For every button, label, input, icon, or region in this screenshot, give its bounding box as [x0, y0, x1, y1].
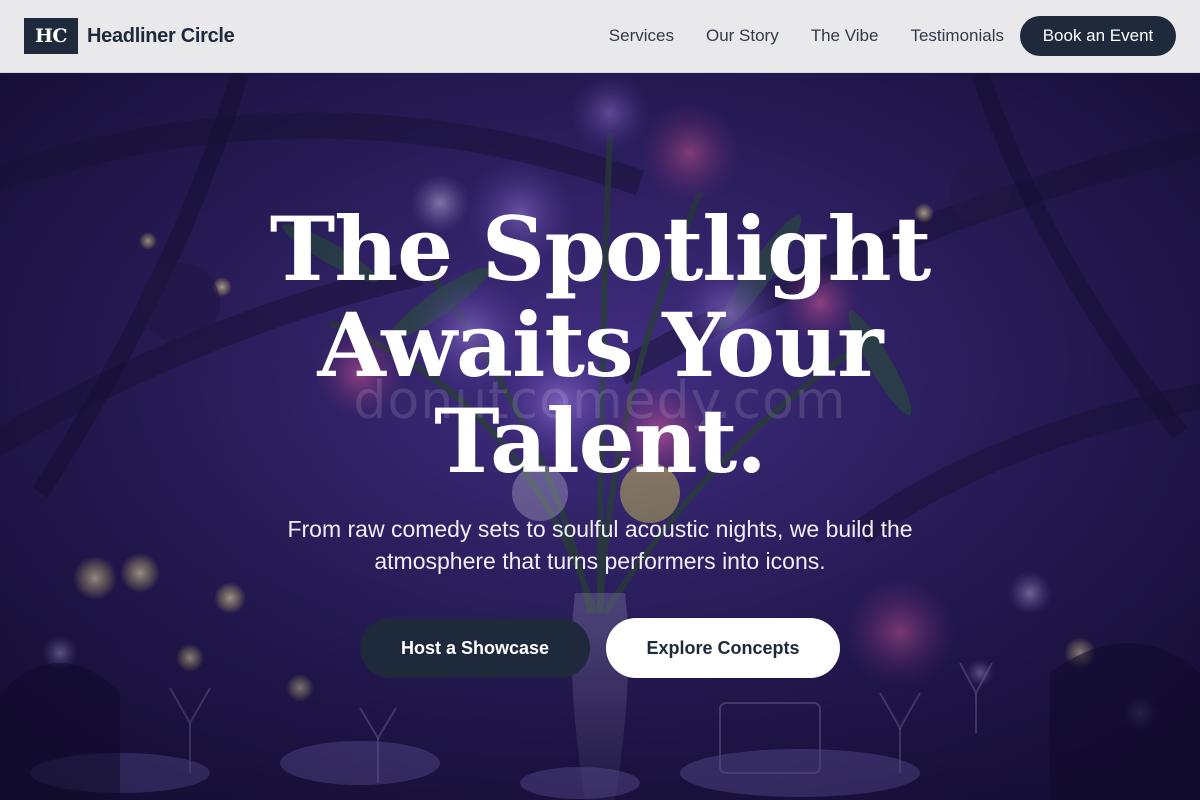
hero-actions: Host a Showcase Explore Concepts [0, 618, 1200, 678]
nav-link-services[interactable]: Services [609, 26, 674, 46]
brand-logo[interactable]: HC [24, 18, 78, 54]
brand[interactable]: HC Headliner Circle [24, 18, 235, 54]
hero-title-line-2: Awaits Your [317, 293, 884, 397]
nav-link-our-story[interactable]: Our Story [706, 26, 779, 46]
nav-links: Services Our Story The Vibe Testimonials [577, 0, 1004, 72]
host-showcase-button[interactable]: Host a Showcase [360, 618, 590, 678]
hero-subtitle: From raw comedy sets to soulful acoustic… [287, 516, 913, 574]
explore-concepts-button[interactable]: Explore Concepts [606, 618, 840, 678]
hero-title: The Spotlight Awaits Your Talent. [0, 201, 1200, 489]
nav-link-testimonials[interactable]: Testimonials [910, 26, 1004, 46]
hero-title-line-1: The Spotlight [269, 197, 932, 301]
top-navbar: HC Headliner Circle Services Our Story T… [0, 0, 1200, 73]
hero-section: donutcomedy.com The Spotlight Awaits You… [0, 73, 1200, 800]
landing-page: HC Headliner Circle Services Our Story T… [0, 0, 1200, 800]
nav-link-the-vibe[interactable]: The Vibe [811, 26, 879, 46]
hero-title-line-3: Talent. [434, 389, 767, 493]
book-event-button[interactable]: Book an Event [1020, 16, 1176, 56]
brand-name[interactable]: Headliner Circle [87, 25, 235, 48]
